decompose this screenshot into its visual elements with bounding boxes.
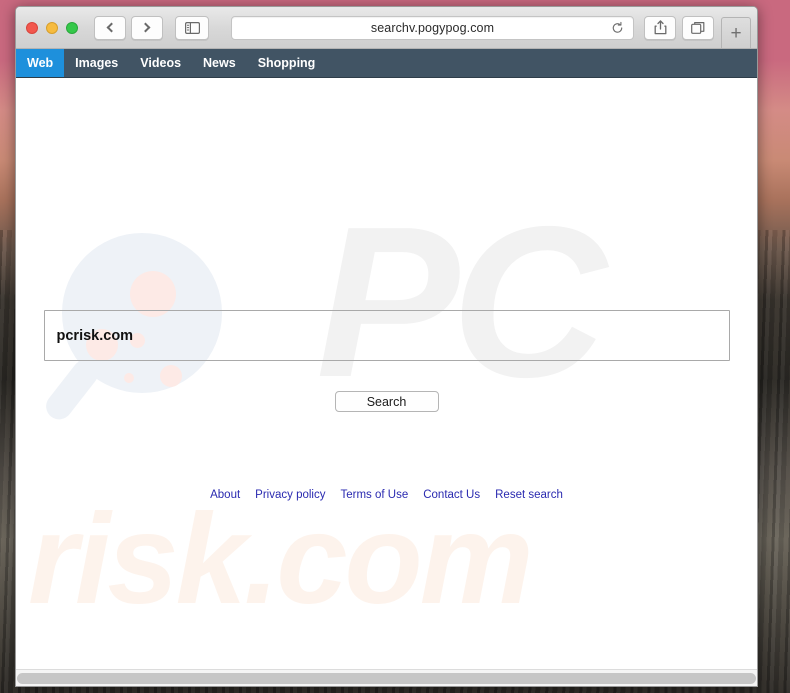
footer-links: About Privacy policy Terms of Use Contac… (16, 489, 757, 501)
tabs-icon (691, 21, 705, 34)
share-button[interactable] (644, 15, 676, 40)
tab-overview-button[interactable] (682, 15, 714, 40)
navigation-buttons (94, 15, 163, 40)
search-input[interactable] (43, 310, 730, 361)
browser-window: searchv.pogypog.com + Web Images Videos … (15, 6, 758, 687)
toolbar-right-buttons (644, 15, 714, 40)
nav-item-web[interactable]: Web (16, 49, 65, 77)
search-button[interactable]: Search (334, 391, 439, 412)
sidebar-icon (184, 21, 200, 34)
nav-item-images[interactable]: Images (64, 49, 129, 77)
chevron-right-icon (140, 22, 151, 33)
new-tab-button[interactable]: + (721, 17, 751, 48)
back-button[interactable] (94, 15, 126, 40)
nav-item-shopping[interactable]: Shopping (247, 49, 327, 77)
forward-button[interactable] (131, 15, 163, 40)
show-sidebar-button[interactable] (175, 15, 209, 40)
footer-link-about[interactable]: About (210, 489, 240, 501)
reload-icon[interactable] (611, 21, 624, 34)
footer-link-privacy-policy[interactable]: Privacy policy (255, 489, 325, 501)
close-window-button[interactable] (26, 21, 38, 34)
zoom-window-button[interactable] (66, 21, 78, 34)
site-navigation-bar: Web Images Videos News Shopping (16, 49, 757, 78)
horizontal-scrollbar[interactable] (16, 669, 757, 686)
address-bar[interactable]: searchv.pogypog.com (231, 15, 634, 40)
footer-link-terms-of-use[interactable]: Terms of Use (340, 489, 408, 501)
nav-item-videos[interactable]: Videos (129, 49, 192, 77)
share-icon (654, 20, 666, 35)
browser-toolbar: searchv.pogypog.com + (16, 7, 757, 49)
nav-item-news[interactable]: News (192, 49, 247, 77)
url-text: searchv.pogypog.com (370, 20, 495, 35)
footer-link-contact-us[interactable]: Contact Us (423, 489, 480, 501)
chevron-left-icon (106, 22, 117, 33)
window-controls (26, 21, 78, 34)
search-form: Search (16, 310, 757, 412)
page-content: PC risk.com Search About Privacy policy … (16, 78, 757, 669)
watermark-risk-text: risk.com (28, 488, 533, 631)
minimize-window-button[interactable] (46, 21, 58, 34)
footer-link-reset-search[interactable]: Reset search (495, 489, 563, 501)
desktop-wallpaper: searchv.pogypog.com + Web Images Videos … (0, 0, 790, 693)
horizontal-scrollbar-thumb[interactable] (17, 672, 756, 684)
